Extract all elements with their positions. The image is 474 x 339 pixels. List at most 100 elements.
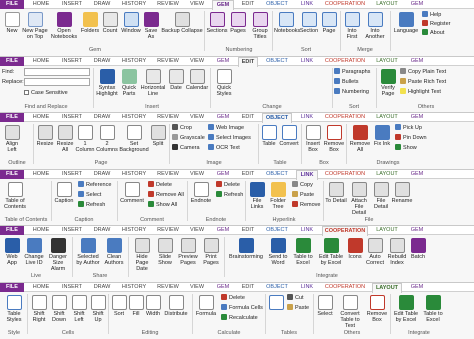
copy-link-button[interactable]: Copy <box>292 181 313 189</box>
web-app-button[interactable]: Web App <box>2 238 22 266</box>
tab-cooperation[interactable]: COOPERATION <box>322 283 368 292</box>
tab-review[interactable]: REVIEW <box>154 226 182 235</box>
crop-button[interactable]: Crop <box>172 124 192 132</box>
tab-view[interactable]: VIEW <box>186 170 208 179</box>
shift-right-button[interactable]: Shift Right <box>29 295 49 323</box>
table-to-excel-button[interactable]: Table to Excel <box>420 295 446 323</box>
tab-review[interactable]: REVIEW <box>154 283 182 292</box>
tab-file[interactable]: FILE <box>0 283 24 292</box>
tab-home[interactable]: HOME <box>28 226 54 235</box>
tab-insert[interactable]: INSERT <box>58 226 86 235</box>
tab-object[interactable]: OBJECT <box>262 283 292 292</box>
delete-comment-button[interactable]: Delete <box>148 181 172 189</box>
convert-button[interactable]: Convert <box>278 125 300 147</box>
tab-insert[interactable]: INSERT <box>58 283 86 292</box>
select-images-button[interactable]: Select Images <box>208 134 251 142</box>
tab-draw[interactable]: DRAW <box>90 283 114 292</box>
tab-gem[interactable]: GEM <box>212 113 234 122</box>
tab-link[interactable]: LINK <box>296 226 318 235</box>
notebooks-button[interactable]: Notebooks <box>274 12 300 34</box>
table-of-contents-button[interactable]: Table of Contents <box>2 182 28 210</box>
folders-button[interactable]: Folders <box>80 12 100 34</box>
group-titles-button[interactable]: Group Titles <box>248 12 272 40</box>
tab-review[interactable]: REVIEW <box>154 57 182 66</box>
tab-history[interactable]: HISTORY <box>118 57 150 66</box>
tab-home[interactable]: HOME <box>28 283 54 292</box>
quick-styles-button[interactable]: Quick Styles <box>212 69 236 97</box>
remove-link-button[interactable]: Remove <box>292 201 320 209</box>
save-as-button[interactable]: Save As <box>142 12 160 40</box>
insert-box-button[interactable]: Insert Box <box>303 125 323 153</box>
tab-layout[interactable]: LAYOUT <box>372 170 402 179</box>
shift-up-button[interactable]: Shift Up <box>89 295 107 323</box>
attach-file-detail-button[interactable]: Attach File Detail <box>347 182 371 216</box>
tab-file[interactable]: FILE <box>0 226 24 235</box>
tab-review[interactable]: REVIEW <box>154 113 182 122</box>
set-background-button[interactable]: Set Background <box>119 125 149 153</box>
tab-history[interactable]: HISTORY <box>118 226 150 235</box>
tab-home[interactable]: HOME <box>28 57 54 66</box>
two-columns-button[interactable]: 2 Columns <box>95 125 119 153</box>
tab-edit[interactable]: EDIT <box>238 226 258 235</box>
tab-link[interactable]: LINK <box>296 113 318 122</box>
print-pages-button[interactable]: Print Pages <box>200 238 222 266</box>
tab-gem-2[interactable]: GEM <box>406 226 428 235</box>
paste-link-button[interactable]: Paste <box>292 191 314 199</box>
tab-gem-2[interactable]: GEM <box>406 283 428 292</box>
send-to-word-button[interactable]: Send to Word <box>266 238 290 266</box>
copy-plain-text-button[interactable]: Copy Plain Text <box>400 68 446 76</box>
tab-view[interactable]: VIEW <box>186 283 208 292</box>
remove-all-button[interactable]: Remove All <box>348 125 372 153</box>
remove-box-button[interactable]: Remove Box <box>365 295 389 323</box>
web-image-button[interactable]: Web Image <box>208 124 244 132</box>
pages-button[interactable]: Pages <box>228 12 248 34</box>
paste-rich-text-button[interactable]: Paste Rich Text <box>400 78 446 86</box>
tab-gem[interactable]: GEM <box>212 57 234 66</box>
pin-down-button[interactable]: Pin Down <box>395 134 427 142</box>
tab-layout[interactable]: LAYOUT <box>372 57 402 66</box>
auto-correct-button[interactable]: Auto Correct <box>364 238 386 266</box>
tab-link[interactable]: LINK <box>296 57 318 66</box>
refresh-endnote-button[interactable]: Refresh <box>216 191 243 199</box>
paste-button[interactable]: Paste <box>287 304 309 312</box>
sort-button[interactable]: Sort <box>110 295 128 317</box>
brainstorming-button[interactable]: Brainstorming <box>226 238 266 260</box>
register-button[interactable]: Register <box>422 20 450 28</box>
preview-pages-button[interactable]: Preview Pages <box>176 238 200 266</box>
tab-file[interactable]: FILE <box>0 170 24 179</box>
tab-object[interactable]: OBJECT <box>262 170 292 179</box>
tab-home[interactable]: HOME <box>28 170 54 179</box>
tab-gem[interactable]: GEM <box>212 170 234 179</box>
tab-object[interactable]: OBJECT <box>262 226 292 235</box>
one-column-button[interactable]: 1 Column <box>75 125 95 153</box>
tab-link[interactable]: LINK <box>296 283 318 292</box>
delete-endnote-button[interactable]: Delete <box>216 181 240 189</box>
tab-draw[interactable]: DRAW <box>90 0 114 9</box>
recalculate-button[interactable]: Recalculate <box>221 314 258 322</box>
table-button[interactable]: Table <box>260 125 278 147</box>
tab-history[interactable]: HISTORY <box>118 170 150 179</box>
calendar-button[interactable]: Calendar <box>185 69 209 91</box>
edit-table-by-excel-button[interactable]: Edit Table by Excel <box>316 238 346 266</box>
tab-layout[interactable]: LAYOUT <box>372 113 402 122</box>
select-button[interactable]: Select <box>78 191 101 199</box>
tab-edit[interactable]: EDIT <box>238 283 258 292</box>
tab-object[interactable]: OBJECT <box>262 57 292 66</box>
danger-size-alarm-button[interactable]: Danger Size Alarm <box>46 238 70 272</box>
refresh-button[interactable]: Refresh <box>78 201 105 209</box>
caption-button[interactable]: Caption <box>53 182 75 204</box>
tables-button[interactable] <box>267 295 285 311</box>
page-button[interactable]: Page <box>320 12 338 34</box>
rename-button[interactable]: Rename <box>391 182 413 204</box>
paragraphs-button[interactable]: Paragraphs <box>334 68 370 76</box>
split-button[interactable]: Split <box>149 125 167 147</box>
tab-gem[interactable]: GEM <box>212 226 234 235</box>
tab-insert[interactable]: INSERT <box>58 0 86 9</box>
grayscale-button[interactable]: Grayscale <box>172 134 205 142</box>
rebuild-index-button[interactable]: Rebuild Index <box>386 238 408 266</box>
endnote-button[interactable]: Endnote <box>189 182 213 204</box>
verify-page-button[interactable]: Verify Page <box>378 69 398 97</box>
tab-object[interactable]: OBJECT <box>262 0 292 9</box>
numbering-button[interactable]: Numbering <box>334 88 369 96</box>
case-sensitive-checkbox[interactable]: Case Sensitive <box>24 89 68 97</box>
